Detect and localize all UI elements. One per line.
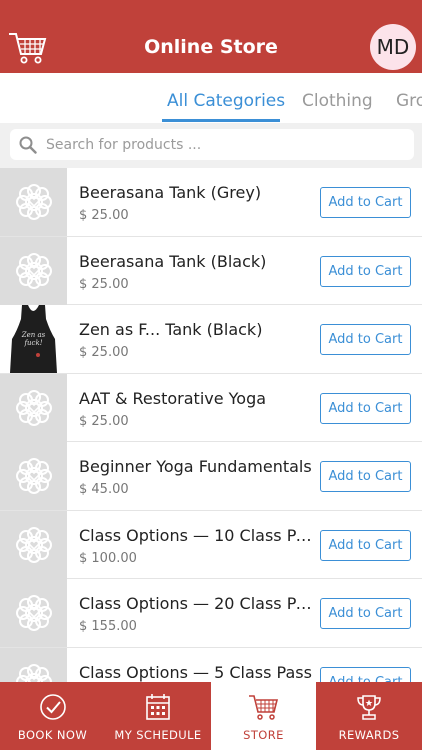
svg-text:fuck!: fuck! bbox=[23, 339, 42, 347]
product-thumbnail bbox=[0, 647, 67, 682]
studio-logo-icon bbox=[15, 663, 52, 682]
list-item[interactable]: Class Options — 20 Class Pa... $ 155.00 … bbox=[0, 579, 422, 648]
search-bar bbox=[0, 123, 422, 168]
product-price: $ 45.00 bbox=[79, 482, 129, 497]
studio-logo-icon bbox=[15, 389, 52, 426]
list-item[interactable]: Zen as fuck! Zen as F... Tank (Black) $ … bbox=[0, 305, 422, 374]
product-name: Beginner Yoga Fundamentals bbox=[79, 457, 312, 476]
product-price: $ 25.00 bbox=[79, 276, 129, 292]
studio-logo-icon bbox=[15, 184, 52, 220]
add-to-cart-button[interactable]: Add to Cart bbox=[320, 187, 411, 218]
add-to-cart-button[interactable]: Add to Cart bbox=[320, 255, 411, 287]
trophy-icon bbox=[357, 695, 381, 720]
check-circle-icon bbox=[39, 694, 66, 720]
category-tabs: All Categories Clothing Gro bbox=[0, 73, 422, 123]
cart-icon bbox=[248, 695, 278, 720]
svg-text:Zen as: Zen as bbox=[21, 331, 46, 339]
product-name: AAT & Restorative Yoga bbox=[79, 388, 267, 408]
product-name: Zen as F... Tank (Black) bbox=[79, 320, 263, 339]
nav-my-schedule[interactable]: MY SCHEDULE bbox=[105, 682, 211, 750]
product-name: Class Options — 10 Class Pa... bbox=[79, 525, 315, 545]
search-box bbox=[10, 129, 414, 160]
product-thumbnail bbox=[0, 373, 67, 442]
bottom-nav: BOOK NOW MY SCHEDULE STORE REWARDS bbox=[0, 682, 422, 750]
nav-label: BOOK NOW bbox=[17, 728, 88, 742]
product-price: $ 25.00 bbox=[79, 208, 129, 223]
product-name: Class Options — 20 Class Pa... bbox=[79, 594, 315, 613]
add-to-cart-button[interactable]: Add to Cart bbox=[320, 666, 411, 682]
list-item[interactable]: Class Options — 5 Class Pass Add to Cart bbox=[0, 647, 422, 682]
product-price: $ 25.00 bbox=[79, 413, 129, 429]
nav-book-now[interactable]: BOOK NOW bbox=[0, 682, 105, 750]
add-to-cart-button[interactable]: Add to Cart bbox=[320, 598, 411, 629]
product-price: $ 155.00 bbox=[79, 619, 137, 634]
product-thumbnail bbox=[0, 579, 67, 647]
product-thumbnail bbox=[0, 236, 67, 305]
nav-label: REWARDS bbox=[338, 728, 400, 742]
product-list: Beerasana Tank (Grey) $ 25.00 Add to Car… bbox=[0, 168, 422, 682]
list-item[interactable]: Class Options — 10 Class Pa... $ 100.00 … bbox=[0, 510, 422, 579]
search-icon bbox=[19, 136, 37, 154]
nav-store[interactable]: STORE bbox=[211, 682, 316, 750]
black-tank-image: Zen as fuck! bbox=[10, 305, 57, 373]
list-item[interactable]: Beerasana Tank (Black) $ 25.00 Add to Ca… bbox=[0, 236, 422, 305]
tab-gro[interactable]: Gro bbox=[396, 91, 422, 111]
product-thumbnail bbox=[0, 510, 67, 579]
product-price: $ 100.00 bbox=[79, 550, 137, 566]
search-input[interactable] bbox=[46, 129, 406, 160]
add-to-cart-button[interactable]: Add to Cart bbox=[320, 324, 411, 355]
product-thumbnail bbox=[0, 168, 67, 236]
studio-logo-icon bbox=[15, 458, 52, 494]
app-header: Online Store MD bbox=[0, 0, 422, 73]
list-item[interactable]: AAT & Restorative Yoga $ 25.00 Add to Ca… bbox=[0, 373, 422, 442]
product-thumbnail: Zen as fuck! bbox=[0, 305, 67, 373]
nav-label: STORE bbox=[243, 728, 284, 742]
add-to-cart-button[interactable]: Add to Cart bbox=[320, 392, 411, 424]
product-name: Class Options — 5 Class Pass bbox=[79, 662, 312, 682]
tab-all-categories[interactable]: All Categories bbox=[167, 91, 285, 111]
nav-rewards[interactable]: REWARDS bbox=[316, 682, 422, 750]
list-item[interactable]: Beginner Yoga Fundamentals $ 45.00 Add t… bbox=[0, 442, 422, 511]
product-name: Beerasana Tank (Grey) bbox=[79, 183, 262, 202]
studio-logo-icon bbox=[15, 526, 52, 563]
studio-logo-icon bbox=[15, 595, 52, 631]
nav-label: MY SCHEDULE bbox=[114, 728, 202, 742]
page-title: Online Store bbox=[144, 36, 278, 58]
product-thumbnail bbox=[0, 442, 67, 510]
studio-logo-icon bbox=[15, 252, 52, 289]
product-price: $ 25.00 bbox=[79, 345, 129, 360]
tab-clothing[interactable]: Clothing bbox=[302, 91, 373, 111]
add-to-cart-button[interactable]: Add to Cart bbox=[320, 529, 411, 561]
product-name: Beerasana Tank (Black) bbox=[79, 251, 267, 271]
calendar-icon bbox=[146, 694, 170, 720]
active-tab-indicator bbox=[162, 119, 280, 122]
list-item[interactable]: Beerasana Tank (Grey) $ 25.00 Add to Car… bbox=[0, 168, 422, 237]
avatar[interactable]: MD bbox=[370, 24, 416, 70]
add-to-cart-button[interactable]: Add to Cart bbox=[320, 461, 411, 492]
